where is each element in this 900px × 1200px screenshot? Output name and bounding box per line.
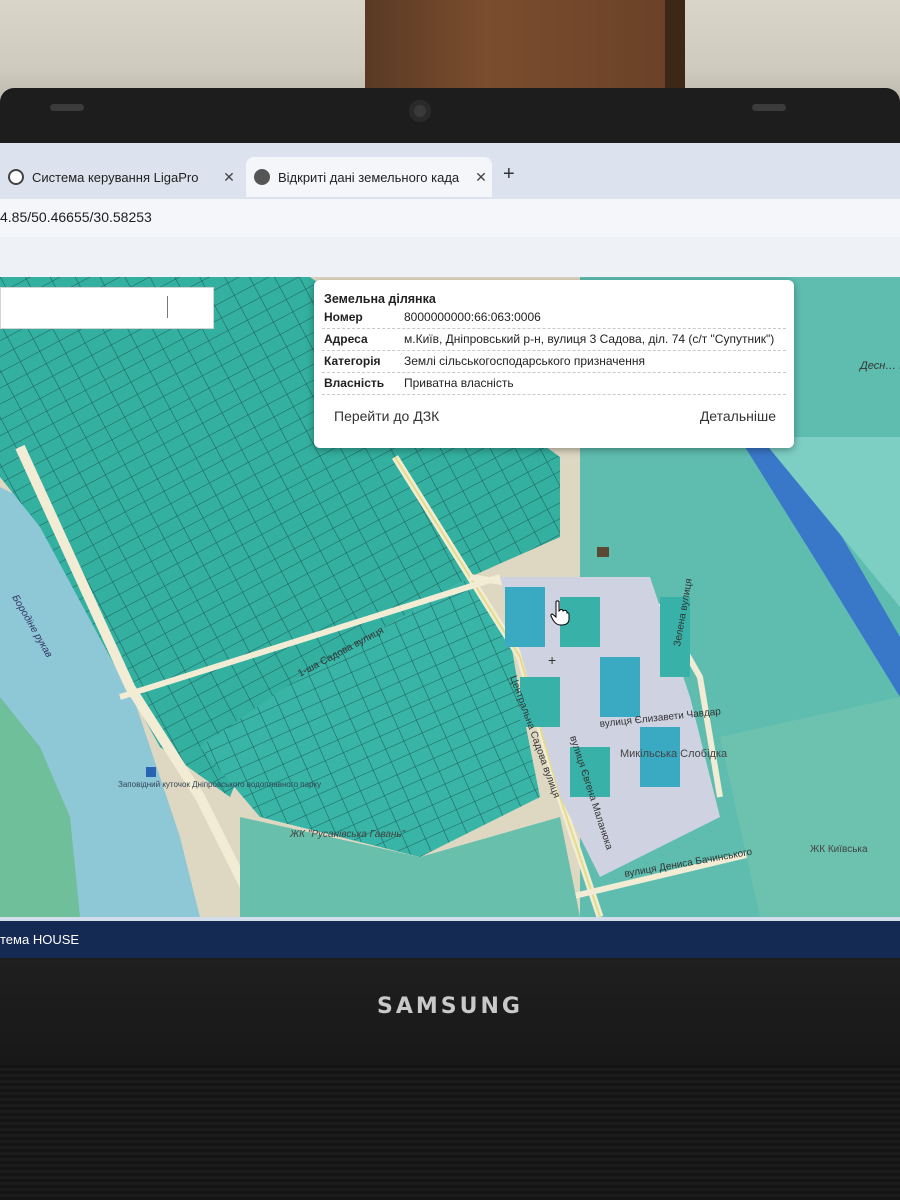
ligapro-icon [8, 169, 24, 185]
right-mic [752, 104, 786, 111]
church-cross-icon: + [548, 652, 556, 668]
parcel-category-row: Категорія Землі сільськогосподарського п… [322, 350, 786, 373]
goto-dzk-link[interactable]: Перейти до ДЗК [334, 408, 439, 424]
close-tab-icon[interactable]: ✕ [218, 169, 240, 186]
door [365, 0, 665, 100]
hand-cursor-icon [550, 600, 570, 631]
popup-title: Земельна ділянка [324, 292, 436, 306]
new-tab-button[interactable]: + [503, 163, 515, 186]
map-search-input[interactable] [0, 287, 214, 329]
keyboard-area [0, 1065, 900, 1200]
cadastral-map[interactable]: Десн… водоп… ста… 1-ша Садова вулиця Цен… [0, 277, 900, 917]
row-value: м.Київ, Дніпровський р-н, вулиця 3 Садов… [404, 332, 775, 346]
parcel-address-row: Адреса м.Київ, Дніпровський р-н, вулиця … [322, 328, 786, 351]
complex-label: ЖК "Русанівська Гавань" [289, 829, 406, 840]
taskbar-label[interactable]: тема HOUSE [0, 932, 79, 947]
parcel-number-row: Номер 8000000000:66:063:0006 [322, 306, 786, 329]
museum-poi-icon [146, 767, 156, 777]
row-value: Землі сільськогосподарського призначення [404, 354, 645, 368]
webcam [409, 100, 431, 122]
row-label: Номер [324, 310, 363, 324]
laptop-screen: Система керування LigaPro ✕ Відкриті дан… [0, 143, 900, 958]
museum-label: Заповідний куточок Дніпровського водопла… [118, 780, 321, 789]
row-label: Адреса [324, 332, 368, 346]
samsung-logo: SAMSUNG [377, 994, 523, 1019]
tab-title: Система керування LigaPro [32, 169, 199, 185]
desna-station-label: Десн… водоп… ста… [858, 360, 900, 372]
browser-tab-bar: Система керування LigaPro ✕ Відкриті дан… [0, 143, 900, 199]
text-caret [167, 296, 168, 318]
left-mic [50, 104, 84, 111]
details-link[interactable]: Детальніше [700, 408, 776, 424]
row-value: 8000000000:66:063:0006 [404, 310, 541, 324]
slobidka-label: Микільська Слобідка [620, 748, 728, 760]
taskbar: тема HOUSE [0, 921, 900, 958]
building-poi-icon [597, 547, 609, 557]
row-label: Категорія [324, 354, 381, 368]
tab-title: Відкриті дані земельного када [278, 169, 460, 185]
page-toolbar [0, 237, 900, 278]
row-label: Власність [324, 376, 385, 390]
parcel-ownership-row: Власність Приватна власність [322, 372, 786, 395]
address-url: 4.85/50.46655/30.58253 [0, 209, 152, 225]
complex2-label: ЖК Київська [810, 844, 868, 855]
cadastre-globe-icon [254, 169, 270, 185]
tab-cadastre[interactable]: Відкриті дані земельного када ✕ [246, 157, 492, 197]
close-tab-icon[interactable]: ✕ [470, 169, 492, 186]
parcel-info-popup: Земельна ділянка Номер 8000000000:66:063… [314, 280, 794, 448]
address-bar[interactable]: 4.85/50.46655/30.58253 [0, 199, 900, 237]
row-value: Приватна власність [404, 376, 514, 390]
door-frame [665, 0, 685, 100]
tab-ligapro[interactable]: Система керування LigaPro ✕ [0, 157, 240, 197]
